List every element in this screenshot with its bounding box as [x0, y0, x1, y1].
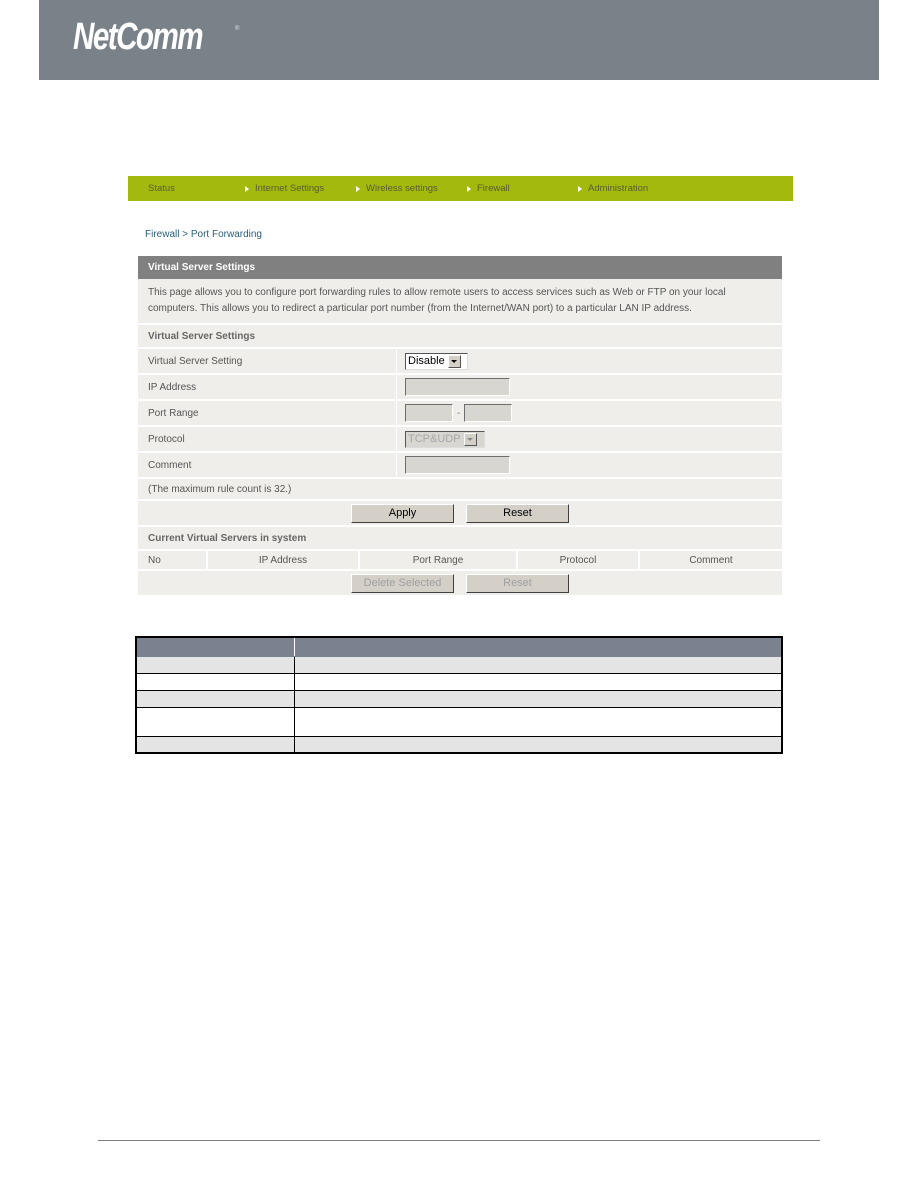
- table-cell: [135, 689, 295, 708]
- servers-table-header: No IP Address Port Range Protocol Commen…: [138, 551, 782, 571]
- nav-administration[interactable]: Administration: [578, 176, 648, 201]
- header-cell: [293, 636, 783, 657]
- nav-wireless-settings[interactable]: Wireless settings: [356, 176, 438, 201]
- panel-title: Virtual Server Settings: [138, 256, 782, 279]
- table-cell: [293, 655, 783, 674]
- field-label: Protocol: [138, 427, 397, 451]
- table-row: [135, 706, 783, 737]
- table-cell: [293, 706, 783, 737]
- port-range-from-input[interactable]: [405, 404, 453, 422]
- form-buttons: Apply Reset: [138, 501, 782, 527]
- reset-button[interactable]: Reset: [466, 503, 569, 523]
- table-cell: [135, 655, 295, 674]
- breadcrumb-separator: >: [182, 229, 189, 240]
- delete-selected-button[interactable]: Delete Selected: [351, 573, 454, 593]
- table-row: [135, 689, 783, 708]
- virtual-server-setting-select[interactable]: Disable: [405, 352, 468, 370]
- protocol-row: Protocol TCP&UDP: [138, 427, 782, 453]
- nav-status[interactable]: Status: [148, 176, 175, 201]
- arrow-right-icon: [578, 185, 582, 192]
- field-label: Virtual Server Setting: [138, 349, 397, 373]
- breadcrumb-current: Port Forwarding: [190, 229, 262, 240]
- field-label: Port Range: [138, 401, 397, 425]
- select-value: TCP&UDP: [408, 433, 461, 445]
- arrow-right-icon: [245, 185, 249, 192]
- nav-label: Administration: [588, 183, 649, 194]
- comment-row: Comment: [138, 453, 782, 479]
- description-table: [135, 636, 783, 754]
- footer-divider: [98, 1140, 820, 1141]
- nav-internet-settings[interactable]: Internet Settings: [245, 176, 324, 201]
- dropdown-arrow-icon: [463, 432, 477, 446]
- ip-address-row: IP Address: [138, 375, 782, 401]
- port-range-row: Port Range -: [138, 401, 782, 427]
- virtual-server-panel: Virtual Server Settings This page allows…: [138, 256, 782, 597]
- table-row: [135, 655, 783, 674]
- table-cell: [135, 735, 295, 754]
- nav-label: Status: [148, 183, 175, 194]
- description-table-header: [135, 636, 783, 657]
- registered-mark: ®: [235, 26, 240, 32]
- column-header-protocol: Protocol: [518, 551, 640, 569]
- nav-label: Firewall: [477, 183, 510, 194]
- current-servers-title: Current Virtual Servers in system: [138, 527, 782, 551]
- port-range-to-input[interactable]: [464, 404, 513, 422]
- ip-address-input[interactable]: [405, 378, 510, 396]
- breadcrumb-parent[interactable]: Firewall: [145, 229, 179, 240]
- table-cell: [293, 689, 783, 708]
- main-navbar: Status Internet Settings Wireless settin…: [128, 176, 793, 201]
- column-header-port-range: Port Range: [360, 551, 518, 569]
- port-range-separator: -: [457, 407, 461, 419]
- table-cell: [135, 706, 295, 737]
- column-header-comment: Comment: [689, 554, 733, 566]
- virtual-server-setting-row: Virtual Server Setting Disable: [138, 349, 782, 375]
- nav-label: Wireless settings: [366, 183, 438, 194]
- apply-button[interactable]: Apply: [351, 503, 454, 523]
- nav-label: Internet Settings: [255, 183, 325, 194]
- section-title: Virtual Server Settings: [138, 325, 782, 349]
- table-cell: [293, 735, 783, 754]
- table-buttons: Delete Selected Reset: [138, 571, 782, 597]
- column-header-ip-address: IP Address: [208, 551, 360, 569]
- table-cell: [135, 672, 295, 691]
- netcomm-logo: NetComm: [73, 16, 204, 58]
- table-row: [135, 672, 783, 691]
- arrow-right-icon: [356, 185, 360, 192]
- comment-input[interactable]: [405, 456, 510, 474]
- table-row: [135, 735, 783, 754]
- field-label: Comment: [138, 453, 397, 477]
- max-rule-note: (The maximum rule count is 32.): [138, 479, 782, 501]
- protocol-select[interactable]: TCP&UDP: [405, 430, 485, 448]
- nav-firewall[interactable]: Firewall: [467, 176, 510, 201]
- panel-description: This page allows you to configure port f…: [138, 279, 782, 325]
- breadcrumb: Firewall > Port Forwarding: [145, 229, 262, 240]
- table-cell: [293, 672, 783, 691]
- header-cell: [135, 636, 295, 657]
- reset-table-button[interactable]: Reset: [466, 573, 569, 593]
- column-header-no: No: [138, 551, 208, 569]
- page-header: NetComm ®: [39, 0, 879, 80]
- select-value: Disable: [408, 355, 445, 367]
- dropdown-arrow-icon: [447, 354, 461, 368]
- field-label: IP Address: [138, 375, 397, 399]
- arrow-right-icon: [467, 185, 471, 192]
